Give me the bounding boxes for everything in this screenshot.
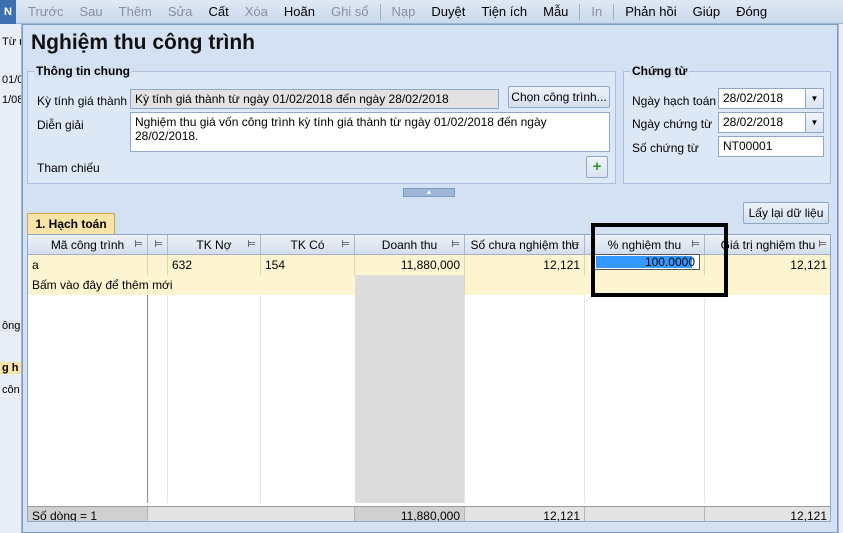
pin-icon[interactable]: ⊨ [341,235,350,255]
app-badge: N [0,0,16,24]
general-info-title: Thông tin chung [34,64,132,78]
collapse-panel-icon[interactable]: ▲ [403,188,455,197]
voucher-no-label: Số chứng từ [632,141,699,155]
description-label: Diễn giải [37,118,84,132]
footer-revenue-total: 11,880,000 [355,507,465,521]
toolbar-button-1[interactable]: Sau [72,1,111,23]
background-cell: ông [0,320,21,332]
toolbar-separator [579,3,581,20]
voucher-title: Chứng từ [630,64,690,78]
toolbar-button-6[interactable]: Hoãn [276,1,323,23]
column-header-label: TK Nợ [196,238,232,252]
footer-empty [148,507,355,521]
toolbar-button-14[interactable]: Giúp [685,1,728,23]
chevron-down-icon[interactable]: ▼ [805,113,823,132]
posting-date-field[interactable]: 28/02/2018 ▼ [718,88,824,109]
background-cell: Từ n [2,36,21,48]
toolbar-separator [613,3,615,20]
toolbar-button-3[interactable]: Sửa [160,1,201,23]
column-header-project[interactable]: Mã công trình ⊨ [28,235,148,255]
toolbar-button-0[interactable]: Trước [20,1,72,23]
toolbar-button-10[interactable]: Tiện ích [473,1,535,23]
background-cell: g h [0,362,21,374]
voucher-group: Chứng từ Ngày hạch toán 28/02/2018 ▼ Ngà… [623,64,831,184]
toolbar-button-4[interactable]: Cất [201,1,237,23]
cell-credit[interactable]: 154 [261,255,355,275]
add-row-revenue [355,275,465,295]
add-reference-icon[interactable]: + [586,156,608,178]
reference-label: Tham chiếu [37,161,100,175]
column-header-label: Mã công trình [50,238,125,252]
voucher-no-field[interactable]: NT00001 [718,136,824,157]
add-row-hint[interactable]: Bấm vào đây để thêm mới [28,275,355,295]
general-info-group: Thông tin chung Kỳ tính giá thành Kỳ tín… [27,64,616,184]
posting-date-label: Ngày hạch toán [632,94,717,108]
voucher-date-value: 28/02/2018 [723,115,784,129]
background-list: Từ n 01/02 1/08 ông g h côn [0,24,22,533]
main-toolbar: N Trước Sau Thêm Sửa Cất Xóa Hoãn Ghi sổ Nạp Duyệt… [0,0,843,24]
background-scrollbar [838,24,843,533]
pin-icon[interactable]: ⊨ [571,235,580,255]
toolbar-button-15[interactable]: Đóng [728,1,775,23]
period-field[interactable]: Kỳ tính giá thành từ ngày 01/02/2018 đến… [130,89,499,109]
period-label: Kỳ tính giá thành [37,94,128,108]
background-cell: 01/02 [2,74,21,86]
column-header-label: Giá trị nghiệm thu [720,238,816,252]
footer-value-total: 12,121 [705,507,830,521]
column-header-label: TK Có [290,238,325,252]
description-field[interactable]: Nghiệm thu giá vốn công trình kỳ tính gi… [130,112,610,152]
chevron-down-icon[interactable]: ▼ [805,89,823,108]
column-header-credit[interactable]: TK Có ⊨ [261,235,355,255]
posting-date-value: 28/02/2018 [723,91,784,105]
voucher-date-label: Ngày chứng từ [632,117,713,131]
footer-percent-empty [585,507,705,521]
highlight-box [591,223,728,297]
toolbar-button-13[interactable]: Phản hồi [617,1,684,23]
cell-project[interactable]: a [28,255,148,275]
footer-unaccepted-total: 12,121 [465,507,585,521]
footer-row-count: Số dòng = 1 [28,507,148,521]
reload-data-button[interactable]: Lấy lại dữ liệu [743,202,829,224]
cell-spacer [148,255,168,275]
tab-accounting[interactable]: 1. Hạch toán [27,213,115,235]
column-header-label: Số chưa nghiệm thu [470,238,579,252]
column-header-revenue[interactable]: Doanh thu ⊨ [355,235,465,255]
pin-icon[interactable]: ⊨ [134,235,143,255]
cell-revenue[interactable]: 11,880,000 [355,255,465,275]
column-header-spacer: ⊨ [148,235,168,255]
voucher-date-field[interactable]: 28/02/2018 ▼ [718,112,824,133]
toolbar-button-8[interactable]: Nạp [384,1,424,23]
grid-footer: Số dòng = 1 11,880,000 12,121 12,121 [28,506,830,521]
toolbar-button-9[interactable]: Duyệt [423,1,473,23]
background-cell: côn [2,384,20,396]
choose-project-button[interactable]: Chọn công trình... [508,86,610,108]
pin-icon[interactable]: ⊨ [451,235,460,255]
column-header-debit[interactable]: TK Nợ ⊨ [168,235,261,255]
cell-debit[interactable]: 632 [168,255,261,275]
toolbar-separator [379,3,381,20]
acceptance-dialog: Nghiệm thu công trình Thông tin chung Kỳ… [22,24,838,533]
background-cell: 1/08 [2,94,22,106]
cell-unaccepted[interactable]: 12,121 [465,255,585,275]
toolbar-button-12[interactable]: In [583,1,610,23]
pin-icon[interactable]: ⊨ [247,235,256,255]
pin-icon[interactable]: ⊨ [818,235,827,255]
column-header-unaccepted[interactable]: Số chưa nghiệm thu ⊨ [465,235,585,255]
pin-icon[interactable]: ⊨ [154,235,163,255]
toolbar-button-2[interactable]: Thêm [111,1,160,23]
toolbar-button-5[interactable]: Xóa [237,1,276,23]
toolbar-button-7[interactable]: Ghi sổ [323,1,377,23]
dialog-title: Nghiệm thu công trình [31,31,255,54]
column-header-label: Doanh thu [381,238,438,252]
toolbar-button-11[interactable]: Mẫu [535,1,576,23]
